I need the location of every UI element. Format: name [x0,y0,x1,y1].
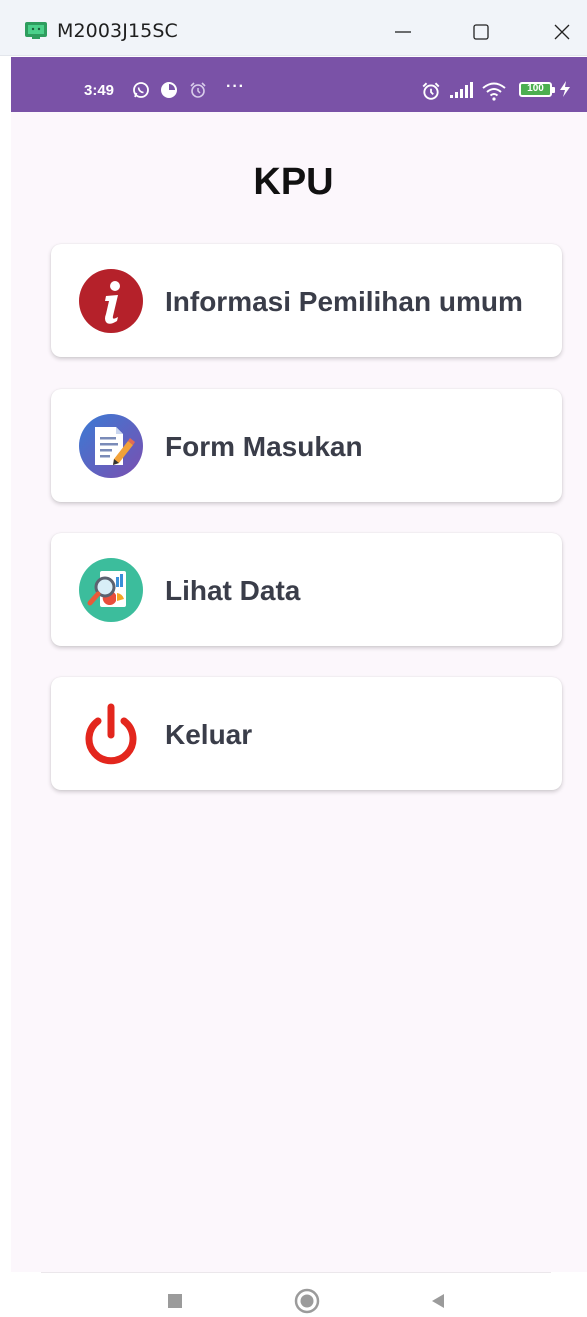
maximize-button[interactable] [461,14,501,50]
nav-divider [41,1272,551,1273]
close-button[interactable] [542,14,582,50]
alarm-icon [190,82,206,98]
power-icon [85,703,137,765]
home-button[interactable] [292,1286,322,1316]
alarm-icon [422,82,440,100]
page-title: KPU [253,161,334,203]
menu-item-informasi[interactable]: Informasi Pemilihan umum [51,244,562,357]
view-data-icon [79,558,143,622]
menu-item-label: Lihat Data [165,575,301,606]
battery-tip [552,87,555,93]
battery-level: 100 [527,83,544,94]
window-title: M2003J15SC [57,20,178,42]
charging-icon [560,81,570,97]
menu-item-form-masukan[interactable]: Form Masukan [51,389,562,502]
app-notification-icon [161,82,177,98]
emulator-app-icon [25,22,47,39]
wifi-icon [482,82,506,101]
menu-item-label: Form Masukan [165,431,363,462]
status-time: 3:49 [84,82,115,99]
recents-icon [168,1294,182,1308]
menu-item-keluar[interactable]: Keluar [51,677,562,790]
navigation-bar [11,1272,587,1317]
back-button[interactable] [423,1286,453,1316]
info-icon [79,269,143,333]
minimize-icon [395,31,411,33]
more-notifications-icon: ··· [226,78,245,95]
whatsapp-icon [133,82,149,98]
menu-item-label: Informasi Pemilihan umum [165,286,523,317]
form-edit-icon [79,414,143,478]
back-icon [432,1294,444,1308]
minimize-button[interactable] [383,14,423,50]
window-titlebar: M2003J15SC [0,0,587,56]
close-icon [554,24,570,40]
battery-icon: 100 [519,82,552,97]
maximize-icon [473,24,489,40]
home-icon [294,1288,320,1314]
status-bar: 3:49 ··· 100 [11,57,587,112]
menu-item-label: Keluar [165,719,253,750]
signal-icon [450,82,473,98]
menu-item-lihat-data[interactable]: Lihat Data [51,533,562,646]
recents-button[interactable] [160,1286,190,1316]
